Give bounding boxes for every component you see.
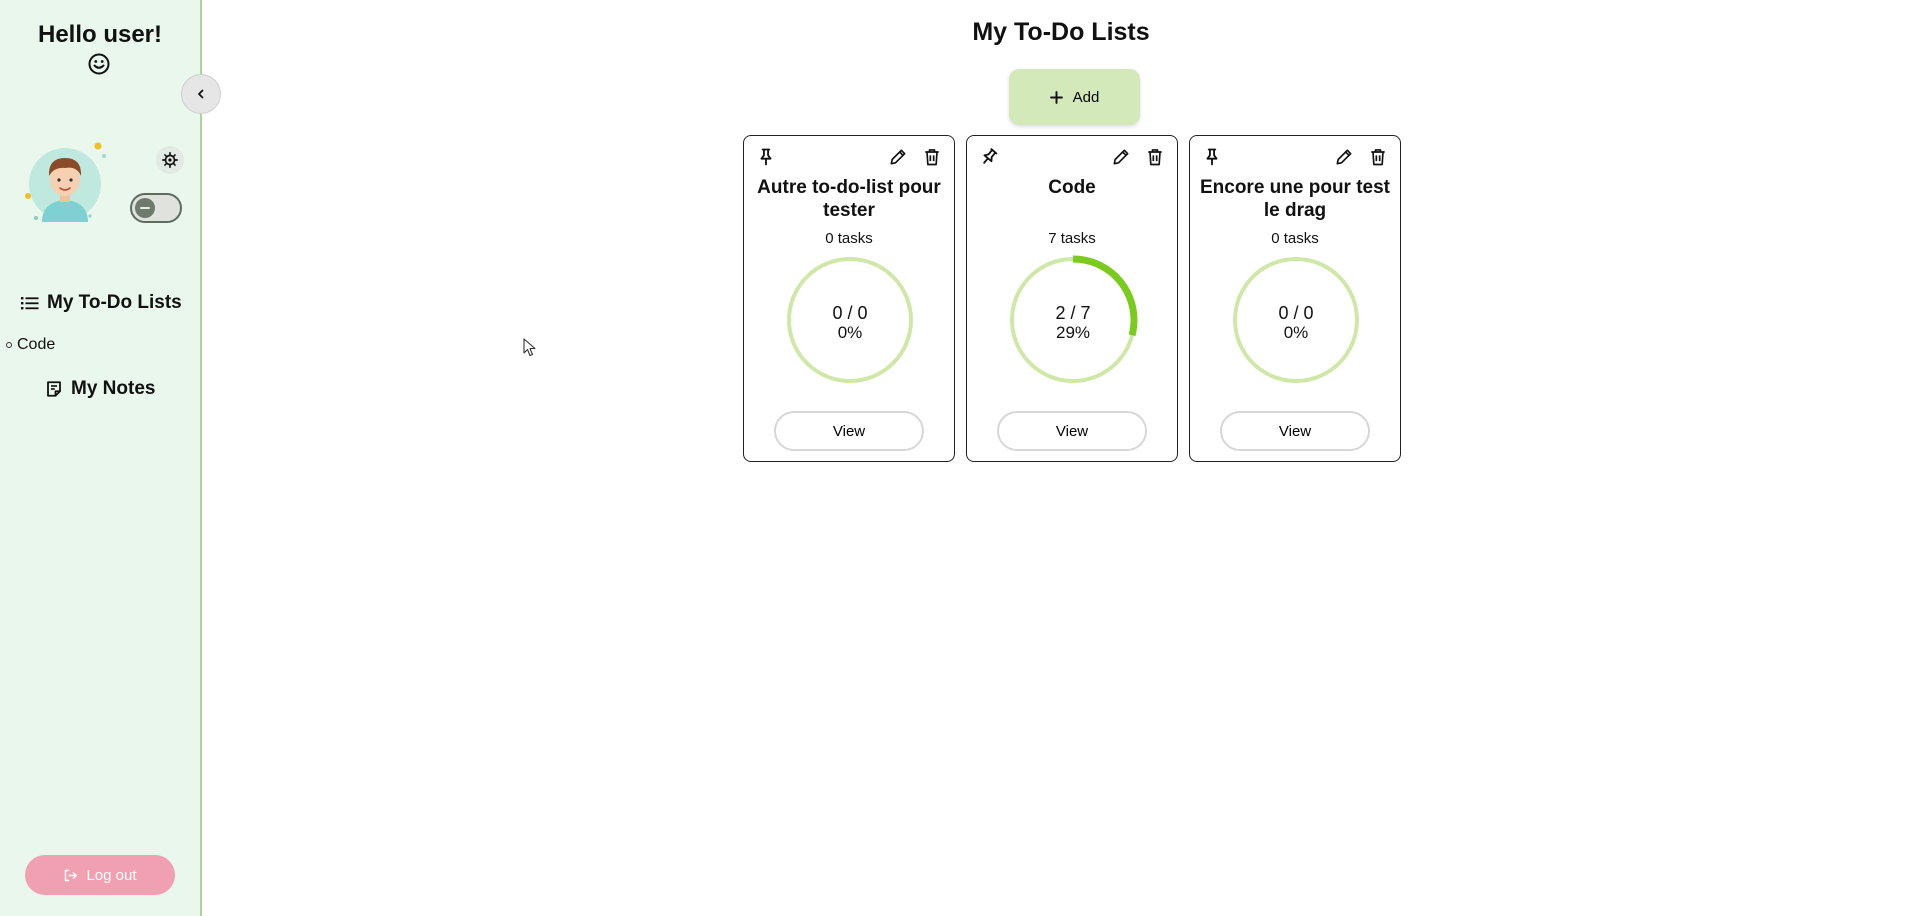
trash-icon[interactable]: [922, 147, 942, 167]
add-label: Add: [1072, 88, 1100, 106]
progress-percent: 0%: [1283, 323, 1309, 342]
avatar: [25, 142, 106, 222]
edit-icon[interactable]: [888, 147, 908, 167]
progress-text: 0 / 0 0%: [1230, 303, 1362, 343]
task-count: 0 tasks: [1271, 230, 1319, 247]
logout-label: Log out: [86, 866, 137, 884]
pin-icon[interactable]: [1202, 147, 1222, 167]
edit-icon[interactable]: [1334, 147, 1354, 167]
note-icon: [47, 381, 61, 397]
mouse-cursor-icon: [523, 338, 536, 357]
toggle-knob: [135, 198, 155, 218]
progress-fraction: 2 / 7: [1055, 303, 1091, 323]
smiley-face-icon: [88, 53, 110, 75]
gear-icon: [162, 152, 178, 168]
logout-icon: [65, 869, 78, 881]
progress-text: 0 / 0 0%: [784, 303, 916, 343]
edit-icon[interactable]: [1111, 147, 1131, 167]
chevron-left-icon: [198, 89, 204, 99]
settings-button[interactable]: [156, 146, 184, 174]
trash-icon[interactable]: [1368, 147, 1388, 167]
card-title: Autre to-do-list pour tester: [757, 177, 941, 221]
nav-my-notes-label: My Notes: [71, 378, 156, 399]
view-button[interactable]: View: [997, 411, 1147, 451]
greeting: Hello user!: [37, 21, 163, 48]
nav-list-item-label: Code: [17, 336, 56, 353]
add-list-button[interactable]: Add: [1009, 69, 1140, 125]
nav-list-item-code[interactable]: Code: [6, 336, 55, 354]
todo-card: Autre to-do-list pour tester 0 tasks 0 /…: [743, 135, 955, 462]
task-count: 7 tasks: [1048, 230, 1096, 247]
logout-button[interactable]: Log out: [25, 855, 175, 895]
card-title: Code: [1048, 177, 1096, 198]
pin-icon[interactable]: [756, 147, 776, 167]
progress-percent: 0%: [837, 323, 863, 342]
card-title: Encore une pour test le drag: [1199, 177, 1391, 221]
page-title: My To-Do Lists: [972, 18, 1150, 46]
trash-icon[interactable]: [1145, 147, 1165, 167]
progress-percent: 29%: [1055, 323, 1091, 342]
todo-card: Encore une pour test le drag 0 tasks 0 /…: [1189, 135, 1401, 462]
progress-fraction: 0 / 0: [832, 303, 868, 323]
nav-my-todo-lists-label: My To-Do Lists: [47, 292, 182, 313]
task-count: 0 tasks: [825, 230, 873, 247]
sidebar: Hello user! My To-Do Lists Code My Notes…: [0, 0, 202, 916]
todo-card: Code 7 tasks 2 / 7 29% View: [966, 135, 1178, 462]
list-icon: [21, 297, 39, 310]
view-button[interactable]: View: [774, 411, 924, 451]
nav-my-todo-lists[interactable]: My To-Do Lists: [21, 292, 182, 314]
bullet-icon: [6, 342, 12, 348]
collapse-sidebar-button[interactable]: [181, 74, 221, 114]
theme-toggle[interactable]: [130, 193, 182, 223]
progress-fraction: 0 / 0: [1278, 303, 1314, 323]
plus-icon: [1049, 90, 1063, 104]
progress-text: 2 / 7 29%: [1007, 303, 1139, 343]
nav-my-notes[interactable]: My Notes: [45, 378, 155, 400]
pinned-icon[interactable]: [979, 147, 999, 167]
view-button[interactable]: View: [1220, 411, 1370, 451]
